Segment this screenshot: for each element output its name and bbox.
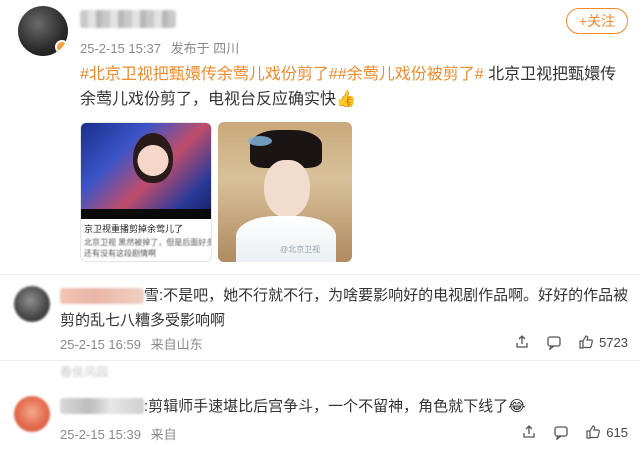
thumbs-up-icon[interactable] bbox=[577, 333, 595, 351]
post-meta: 25-2-15 15:37 发布于 四川 bbox=[80, 38, 239, 57]
actress-face bbox=[133, 133, 173, 183]
comment-item: :剪辑师手速堪比后宫争斗，一个不留神，角色就下线了😂 25-2-15 15:39… bbox=[0, 388, 640, 451]
comment-body: :剪辑师手速堪比后宫争斗，一个不留神，角色就下线了 bbox=[144, 398, 509, 415]
tv-bezel bbox=[81, 209, 211, 219]
share-icon[interactable] bbox=[513, 333, 531, 351]
thumbs-up-icon[interactable] bbox=[584, 423, 602, 441]
vip-badge-icon bbox=[55, 40, 68, 54]
follow-button[interactable]: +关注 bbox=[566, 8, 628, 34]
comment-time: 25-2-15 16:59 bbox=[60, 337, 141, 352]
author-name-blurred[interactable] bbox=[80, 10, 176, 28]
post-image-1[interactable]: 京卫视重播剪掉余莺儿了 北京卫视 黑然被掉了，但是后面好多剧情都 还有没有这段剧… bbox=[80, 122, 212, 262]
divider bbox=[0, 274, 640, 275]
comment-time: 25-2-15 15:39 bbox=[60, 427, 141, 442]
like-count: 615 bbox=[606, 424, 628, 440]
comment-text: :剪辑师手速堪比后宫争斗，一个不留神，角色就下线了😂 bbox=[60, 394, 630, 419]
image-subcaption: 北京卫视 黑然被掉了，但是后面好多剧情都 还有没有这段剧情啊 bbox=[81, 237, 211, 261]
faint-text: 春侯风园 bbox=[60, 365, 109, 379]
thumbs-up-emoji: 👍 bbox=[336, 91, 356, 108]
costume bbox=[236, 216, 336, 262]
image-caption: 京卫视重播剪掉余莺儿了 bbox=[84, 224, 184, 234]
comment-text: 雪:不是吧，她不行就不行，为啥要影响好的电视剧作品啊。好好的作品被剪的乱七八糟多… bbox=[60, 283, 630, 333]
like-count: 5723 bbox=[599, 334, 628, 350]
commenter-avatar[interactable] bbox=[14, 286, 50, 322]
image-subcaption-line: 还有没有这段剧情啊 bbox=[84, 249, 156, 258]
tv-screen-image bbox=[81, 123, 211, 219]
image-subcaption-line: 北京卫视 黑然被掉了，但是后面好多剧情都 bbox=[84, 238, 211, 247]
hair-ornament bbox=[248, 136, 272, 146]
weibo-post: 25-2-15 15:37 发布于 四川 +关注 #北京卫视把甄嬛传余莺儿戏份剪… bbox=[0, 0, 640, 270]
share-icon[interactable] bbox=[520, 423, 538, 441]
post-body: #北京卫视把甄嬛传余莺儿戏份剪了##余莺儿戏份被剪了# 北京卫视把甄嬛传余莺儿戏… bbox=[80, 62, 628, 112]
author-avatar[interactable] bbox=[18, 6, 68, 56]
comment-meta: 25-2-15 15:39 来自 bbox=[60, 424, 177, 443]
commenter-name-suffix[interactable]: 雪 bbox=[144, 287, 159, 304]
comment-icon[interactable] bbox=[552, 423, 570, 441]
post-image-2[interactable]: @北京卫视 bbox=[218, 122, 352, 262]
comment-actions: 5723 bbox=[513, 333, 628, 351]
commenter-avatar[interactable] bbox=[14, 396, 50, 432]
comment-meta: 25-2-15 16:59 来自山东 bbox=[60, 334, 203, 353]
comment-item: 雪:不是吧，她不行就不行，为啥要影响好的电视剧作品啊。好好的作品被剪的乱七八糟多… bbox=[0, 276, 640, 358]
post-source: 发布于 四川 bbox=[170, 41, 240, 56]
divider bbox=[0, 360, 640, 361]
comment-source: 来自山东 bbox=[150, 337, 203, 352]
image-watermark: @北京卫视 bbox=[280, 245, 321, 254]
post-time: 25-2-15 15:37 bbox=[80, 41, 161, 56]
laughing-emoji: 😂 bbox=[508, 398, 526, 415]
hashtag-link[interactable]: #北京卫视把甄嬛传余莺儿戏份剪了# bbox=[80, 66, 338, 83]
comment-icon[interactable] bbox=[545, 333, 563, 351]
comment-source: 来自 bbox=[150, 427, 177, 442]
hashtag-link[interactable]: #余莺儿戏份被剪了# bbox=[338, 66, 484, 83]
actress-face bbox=[264, 160, 310, 218]
comment-actions: 615 bbox=[520, 423, 628, 441]
